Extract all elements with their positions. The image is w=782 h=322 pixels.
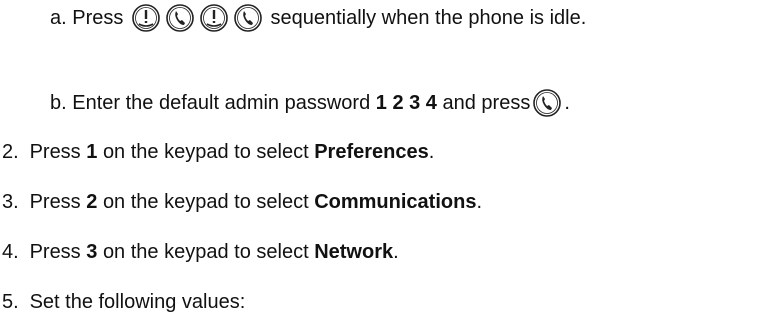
handsfree-key-icon [233,3,263,33]
step-pre: Press [29,141,81,163]
step-mid: on the keypad to select [102,241,309,263]
step-a: a. Press sequentially when the phone is … [50,3,586,33]
mute-key-icon [131,3,161,33]
step-b-suffix: . [564,92,570,114]
keypad-digit: 2 [86,191,98,213]
step-mid: on the keypad to select [102,191,309,213]
step-number: 5. [2,291,19,313]
step-b: b. Enter the default admin password 1 2 … [50,88,570,118]
step-number: 2. [2,141,19,163]
step-pre: Press [29,191,81,213]
step-5: 5. Set the following values: [2,290,245,314]
handsfree-key-icon [532,88,562,118]
step-b-letter: b. [50,92,67,114]
menu-target: Communications [314,191,477,213]
step-2: 2. Press 1 on the keypad to select Prefe… [2,140,434,164]
default-password: 1 2 3 4 [375,92,437,114]
keypad-digit: 1 [86,141,98,163]
handsfree-key-icon [165,3,195,33]
step-4: 4. Press 3 on the keypad to select Netwo… [2,240,399,264]
step-end: . [428,141,435,163]
keypad-digit: 3 [86,241,98,263]
step-b-middle: and press [442,92,531,114]
menu-target: Network [314,241,394,263]
step-a-prefix: Press [72,7,124,29]
menu-target: Preferences [314,141,429,163]
step-a-suffix: sequentially when the phone is idle. [270,7,587,29]
step-3: 3. Press 2 on the keypad to select Commu… [2,190,482,214]
step-number: 3. [2,191,19,213]
step-number: 4. [2,241,19,263]
step-a-letter: a. [50,7,67,29]
step-5-text: Set the following values: [29,291,246,313]
step-pre: Press [29,241,81,263]
step-end: . [393,241,399,263]
mute-key-icon [199,3,229,33]
step-mid: on the keypad to select [102,141,309,163]
step-b-prefix: Enter the default admin password [72,92,371,114]
step-end: . [476,191,483,213]
